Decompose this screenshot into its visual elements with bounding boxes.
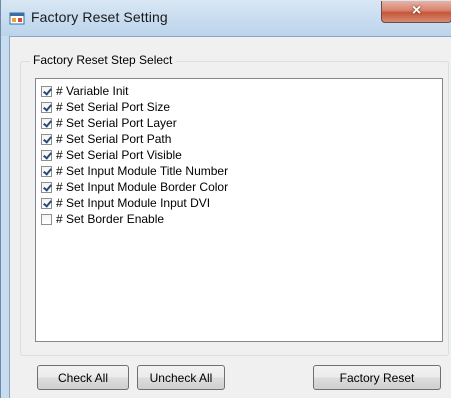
list-item-label: # Set Serial Port Path — [56, 132, 172, 146]
list-item[interactable]: # Set Border Enable — [41, 211, 164, 227]
steps-checked-listbox[interactable]: # Variable Init # Set Serial Port Size # S… — [35, 78, 443, 342]
list-item-label: # Set Border Enable — [56, 212, 165, 226]
checkbox-checked[interactable] — [41, 149, 52, 161]
list-item[interactable]: # Set Input Module Title Number — [41, 163, 228, 179]
uncheck-all-button[interactable]: Uncheck All — [137, 365, 225, 390]
list-item-label: # Set Serial Port Size — [56, 100, 171, 114]
list-item[interactable]: # Set Serial Port Path — [41, 131, 171, 147]
factory-reset-button[interactable]: Factory Reset — [313, 365, 441, 390]
list-item-label: # Set Serial Port Layer — [56, 116, 177, 130]
groupbox-label: Factory Reset Step Select — [30, 53, 176, 67]
close-icon: × — [411, 2, 422, 19]
list-item[interactable]: # Set Serial Port Visible — [41, 147, 182, 163]
list-item[interactable]: # Set Serial Port Size — [41, 99, 170, 115]
list-item-label: # Set Input Module Title Number — [56, 164, 229, 178]
checkbox-checked[interactable] — [41, 165, 52, 177]
list-item[interactable]: # Set Input Module Input DVI — [41, 195, 210, 211]
checkbox-checked[interactable] — [41, 85, 52, 97]
list-item[interactable]: # Variable Init — [41, 83, 129, 99]
title-bar[interactable]: Factory Reset Setting × — [1, 0, 451, 36]
checkbox-checked[interactable] — [41, 117, 52, 129]
list-item[interactable]: # Set Serial Port Layer — [41, 115, 177, 131]
checkbox-unchecked[interactable] — [41, 213, 52, 225]
list-item[interactable]: # Set Input Module Border Color — [41, 179, 228, 195]
app-window-icon — [9, 12, 25, 25]
list-item-label: # Set Serial Port Visible — [56, 148, 182, 162]
close-button[interactable]: × — [381, 1, 451, 23]
list-item-label: # Set Input Module Input DVI — [56, 196, 211, 210]
checkbox-checked[interactable] — [41, 133, 52, 145]
window-title: Factory Reset Setting — [31, 9, 168, 25]
checkbox-checked[interactable] — [41, 181, 52, 193]
check-all-button[interactable]: Check All — [37, 365, 129, 390]
list-item-label: # Set Input Module Border Color — [56, 180, 229, 194]
list-item-label: # Variable Init — [56, 84, 129, 98]
checkbox-checked[interactable] — [41, 101, 52, 113]
checkbox-checked[interactable] — [41, 197, 52, 209]
